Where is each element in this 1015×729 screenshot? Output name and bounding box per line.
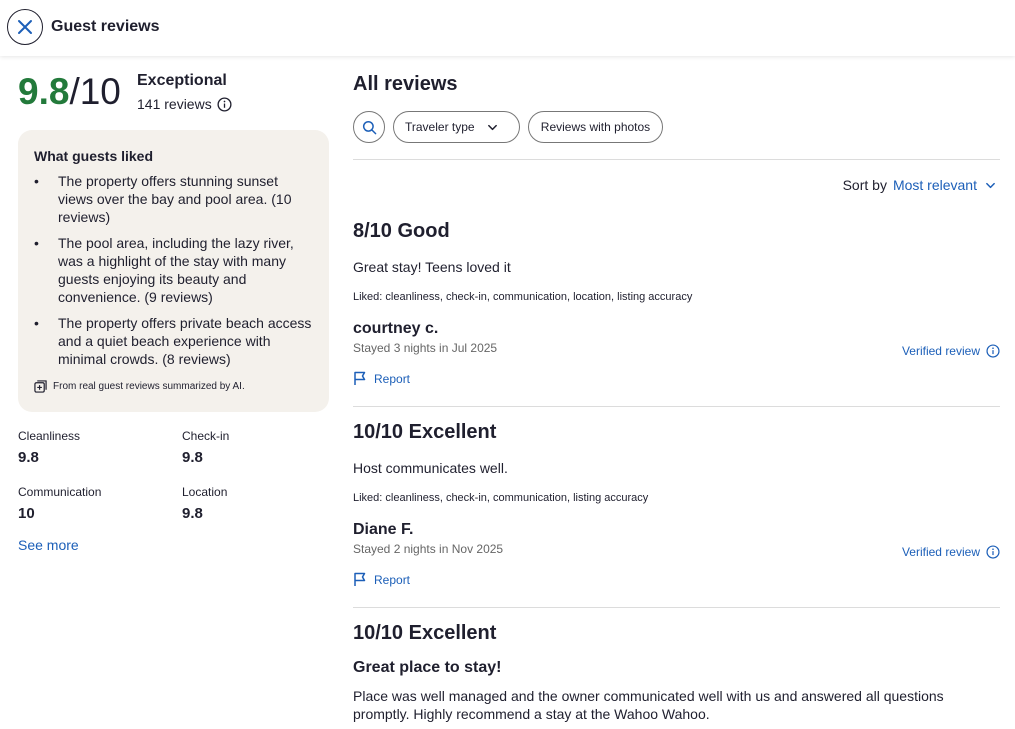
dialog-title: Guest reviews: [51, 18, 160, 35]
close-icon: [18, 20, 32, 34]
review-author: Diane F.: [353, 521, 414, 538]
ai-summary-note: From real guest reviews summarized by AI…: [34, 380, 245, 393]
ai-summary-icon: [34, 380, 47, 393]
review-liked: Liked: cleanliness, check-in, communicat…: [353, 492, 649, 504]
info-icon[interactable]: [217, 96, 232, 112]
divider: [353, 406, 1000, 407]
review-filters: Traveler type Reviews with photos: [353, 111, 663, 143]
traveler-type-label: Traveler type: [405, 120, 475, 134]
review-count: 141 reviews: [137, 96, 232, 112]
review-text: Great stay! Teens loved it: [353, 259, 511, 275]
liked-item: • The property offers private beach acces…: [34, 315, 312, 367]
rating-communication: Communication 10: [18, 485, 102, 522]
what-guests-liked-title: What guests liked: [34, 148, 154, 164]
review-card: 8/10 Good Great stay! Teens loved it Lik…: [353, 219, 1000, 386]
sort-dropdown[interactable]: Most relevant: [893, 177, 996, 193]
liked-list: • The property offers stunning sunset vie…: [34, 172, 313, 368]
search-icon: [362, 120, 376, 134]
score-label: Exceptional: [137, 72, 227, 89]
verified-review-label: Verified review: [901, 545, 980, 559]
divider: [353, 159, 1000, 160]
liked-item: • The property offers stunning sunset vie…: [34, 173, 292, 225]
report-label: Report: [374, 371, 411, 386]
sort-label: Sort by: [842, 177, 887, 193]
close-button[interactable]: [7, 9, 43, 45]
info-icon: [986, 545, 1000, 559]
rating-location: Location 9.8: [182, 485, 228, 522]
review-title: Great place to stay!: [353, 659, 502, 676]
review-liked: Liked: cleanliness, check-in, communicat…: [353, 291, 693, 303]
chevron-down-icon: [986, 182, 995, 188]
all-reviews-title: All reviews: [353, 73, 458, 95]
verified-review-label: Verified review: [901, 344, 980, 358]
flag-icon: [354, 572, 366, 586]
score-out-of: /10: [69, 71, 121, 112]
divider: [353, 607, 1000, 608]
review-count-text: 141 reviews: [137, 96, 212, 112]
verified-review-badge[interactable]: Verified review: [902, 344, 1000, 358]
review-rating: 10/10 Excellent: [353, 421, 497, 443]
flag-icon: [354, 371, 366, 385]
ai-summary-text: From real guest reviews summarized by AI…: [53, 381, 245, 392]
what-guests-liked-card: What guests liked • The property offers s…: [18, 130, 329, 412]
review-body: Place was well managed and the owner com…: [353, 688, 944, 722]
score-value: 9.8: [18, 71, 70, 112]
report-button[interactable]: Report: [353, 371, 1000, 386]
see-more-link[interactable]: See more: [18, 537, 79, 553]
search-reviews-button[interactable]: [353, 111, 385, 143]
review-card: 10/10 Excellent Host communicates well. …: [353, 420, 1000, 587]
chevron-down-icon: [487, 124, 497, 130]
review-author: courtney c.: [353, 320, 439, 337]
rating-check-in: Check-in 9.8: [182, 429, 230, 466]
traveler-type-dropdown[interactable]: Traveler type: [393, 111, 520, 143]
sort-value: Most relevant: [892, 177, 977, 193]
rating-cleanliness: Cleanliness 9.8: [18, 429, 81, 466]
overall-score: 9.8/10: [18, 70, 121, 114]
dialog-header: Guest reviews: [0, 0, 1015, 56]
report-label: Report: [374, 572, 411, 587]
liked-item: • The pool area, including the lazy river…: [34, 235, 294, 305]
verified-review-badge[interactable]: Verified review: [902, 545, 1000, 559]
review-rating: 8/10 Good: [353, 220, 450, 242]
review-card: 10/10 Excellent Great place to stay! Pla…: [353, 621, 1000, 723]
review-text: Host communicates well.: [353, 460, 508, 476]
info-icon: [986, 344, 1000, 358]
sort-control[interactable]: Sort by Most relevant: [843, 177, 996, 193]
review-rating: 10/10 Excellent: [353, 622, 497, 644]
report-button[interactable]: Report: [353, 572, 1000, 587]
reviews-with-photos-label: Reviews with photos: [540, 120, 651, 134]
reviews-with-photos-filter[interactable]: Reviews with photos: [528, 111, 663, 143]
